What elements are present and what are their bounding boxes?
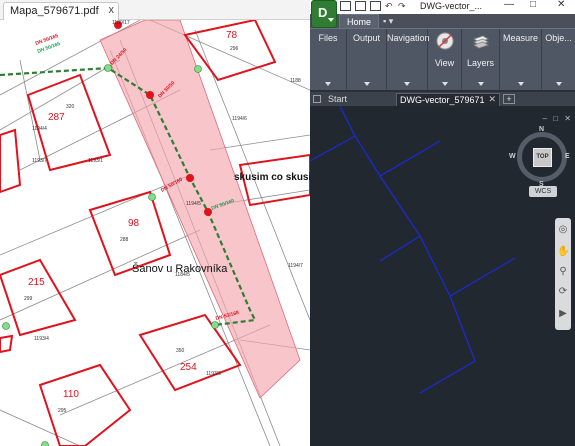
undo-icon[interactable]: ↶ (385, 1, 396, 11)
compass-north[interactable]: N (539, 126, 544, 133)
showmotion-icon[interactable]: ▶ (557, 308, 569, 320)
ribbon-group-label: Measure (502, 33, 538, 43)
lot-number: 288 (120, 237, 129, 243)
autocad-window: ↶ ↷ DWG-vector_... — □ ✕ Home ▪ ▾ D File… (310, 0, 575, 446)
lot-number: 1194/7 (288, 263, 303, 269)
lot-number: 1193/1 (88, 158, 103, 164)
ribbon-group-label: Layers (466, 58, 494, 68)
ribbon-group-label: Navigation (387, 33, 430, 43)
zoom-icon[interactable]: ⚲ (557, 266, 569, 278)
parcel-number: 254 (180, 362, 197, 373)
close-button[interactable]: ✕ (557, 0, 565, 10)
ribbon-group-files[interactable]: Files (310, 29, 347, 91)
parcel-number: 98 (128, 218, 140, 229)
parcel-number: 287 (48, 112, 65, 123)
chevron-down-icon (477, 82, 484, 86)
easement-zone (99, 20, 301, 399)
lot-number: 1194/4 (32, 126, 47, 132)
close-icon[interactable]: x (109, 4, 115, 16)
lot-number: 350 (176, 348, 185, 354)
compass-east[interactable]: E (565, 153, 570, 160)
ribbon-group-navigation[interactable]: Navigation (387, 29, 430, 91)
pdf-viewer: Mapa_579671.pdf x 78 287 98 215 254 110 … (0, 0, 310, 446)
chevron-down-icon (325, 82, 331, 86)
ribbon-group-label: View (434, 58, 455, 68)
compass-west[interactable]: W (509, 153, 516, 160)
drawing-lines (310, 106, 516, 394)
new-tab-button[interactable]: + (503, 94, 515, 104)
maximize-button[interactable]: □ (530, 0, 536, 10)
steering-wheel-icon[interactable]: ◎ (557, 224, 569, 236)
drawing-viewport[interactable]: – □ ✕ TOP N S E W WCS ◎ ✋ ⚲ ⟳ ▶ (310, 106, 575, 446)
lot-number: 320 (66, 104, 75, 110)
layers-icon (472, 35, 489, 49)
application-menu-button[interactable]: D (311, 0, 337, 28)
print-icon[interactable] (370, 1, 381, 11)
cadastral-map[interactable]: 78 287 98 215 254 110 1189/17 296 320 11… (0, 20, 310, 446)
chevron-down-icon (441, 82, 448, 86)
lot-number: 1188 (290, 78, 301, 84)
document-tab-bar: Start DWG-vector_579671 ✕ + (310, 92, 575, 106)
parcel-number: 110 (63, 389, 79, 400)
ribbon-panel: Files Output Navigation View Layers Meas… (310, 28, 575, 91)
ribbon-group-measure[interactable]: Measure (500, 29, 542, 91)
lot-number: 1193/4 (34, 336, 49, 342)
pan-icon[interactable]: ✋ (557, 246, 569, 258)
lot-number: 295 (58, 408, 67, 414)
tab-workspace-dropdown[interactable]: ▪ ▾ (383, 16, 405, 26)
viewcube-top-face[interactable]: TOP (533, 148, 552, 167)
ribbon-group-view[interactable]: View (428, 29, 462, 91)
ribbon-group-label: Output (352, 33, 381, 43)
pdf-tab-bar: Mapa_579671.pdf x (0, 0, 310, 20)
orbit-icon[interactable]: ⟳ (557, 286, 569, 298)
chevron-down-icon (555, 82, 562, 86)
lot-number: 1193/3 (206, 371, 221, 377)
lot-number: 1194/6 (232, 116, 247, 122)
viewport-window-controls[interactable]: – □ ✕ (543, 114, 573, 123)
chevron-down-icon (517, 82, 524, 86)
ribbon-group-label: Files (318, 33, 338, 43)
ucs-menu[interactable]: WCS (529, 186, 557, 197)
lot-number: 296 (230, 46, 239, 52)
ribbon-group-label: Obje... (545, 33, 572, 43)
close-icon[interactable]: ✕ (488, 94, 496, 105)
lot-number: 1194/5 (186, 201, 201, 207)
tab-start[interactable]: Start (324, 93, 394, 106)
chevron-down-icon (328, 18, 334, 22)
ribbon-group-layers[interactable]: Layers (462, 29, 500, 91)
tab-drawing[interactable]: DWG-vector_579671 ✕ (396, 93, 500, 106)
title-bar: ↶ ↷ DWG-vector_... — □ ✕ (310, 0, 575, 14)
lot-number: 1193/7 (32, 158, 47, 164)
view-icon (436, 32, 453, 50)
redo-icon[interactable]: ↷ (398, 1, 409, 11)
file-tabs-menu-icon[interactable] (313, 95, 321, 103)
pdf-tab-title: Mapa_579671.pdf (10, 5, 99, 17)
tab-drawing-label: DWG-vector_579671 (400, 95, 485, 105)
app-logo: D (318, 5, 328, 20)
minimize-button[interactable]: — (504, 0, 514, 10)
pdf-document-tab[interactable]: Mapa_579671.pdf x (3, 2, 119, 20)
place-name-label: Šanov u Rakovníka (132, 262, 228, 275)
viewcube[interactable]: TOP (517, 132, 567, 182)
parcel-number: 78 (226, 30, 238, 41)
chevron-down-icon (363, 82, 370, 86)
save-icon[interactable] (355, 1, 366, 11)
window-title: DWG-vector_... (420, 1, 483, 11)
ribbon-group-objects[interactable]: Obje... (542, 29, 575, 91)
open-file-icon[interactable] (340, 1, 351, 11)
lot-number: 299 (24, 296, 33, 302)
name-annotation: skusim co skusi (234, 172, 310, 183)
lot-number: 1189/17 (112, 20, 130, 26)
parcel-number: 215 (28, 277, 45, 288)
ribbon-group-output[interactable]: Output (347, 29, 387, 91)
chevron-down-icon (404, 82, 410, 86)
navigation-bar: ◎ ✋ ⚲ ⟳ ▶ (555, 218, 571, 330)
tab-home[interactable]: Home (339, 14, 379, 28)
ribbon-tab-bar: Home ▪ ▾ (310, 14, 575, 28)
